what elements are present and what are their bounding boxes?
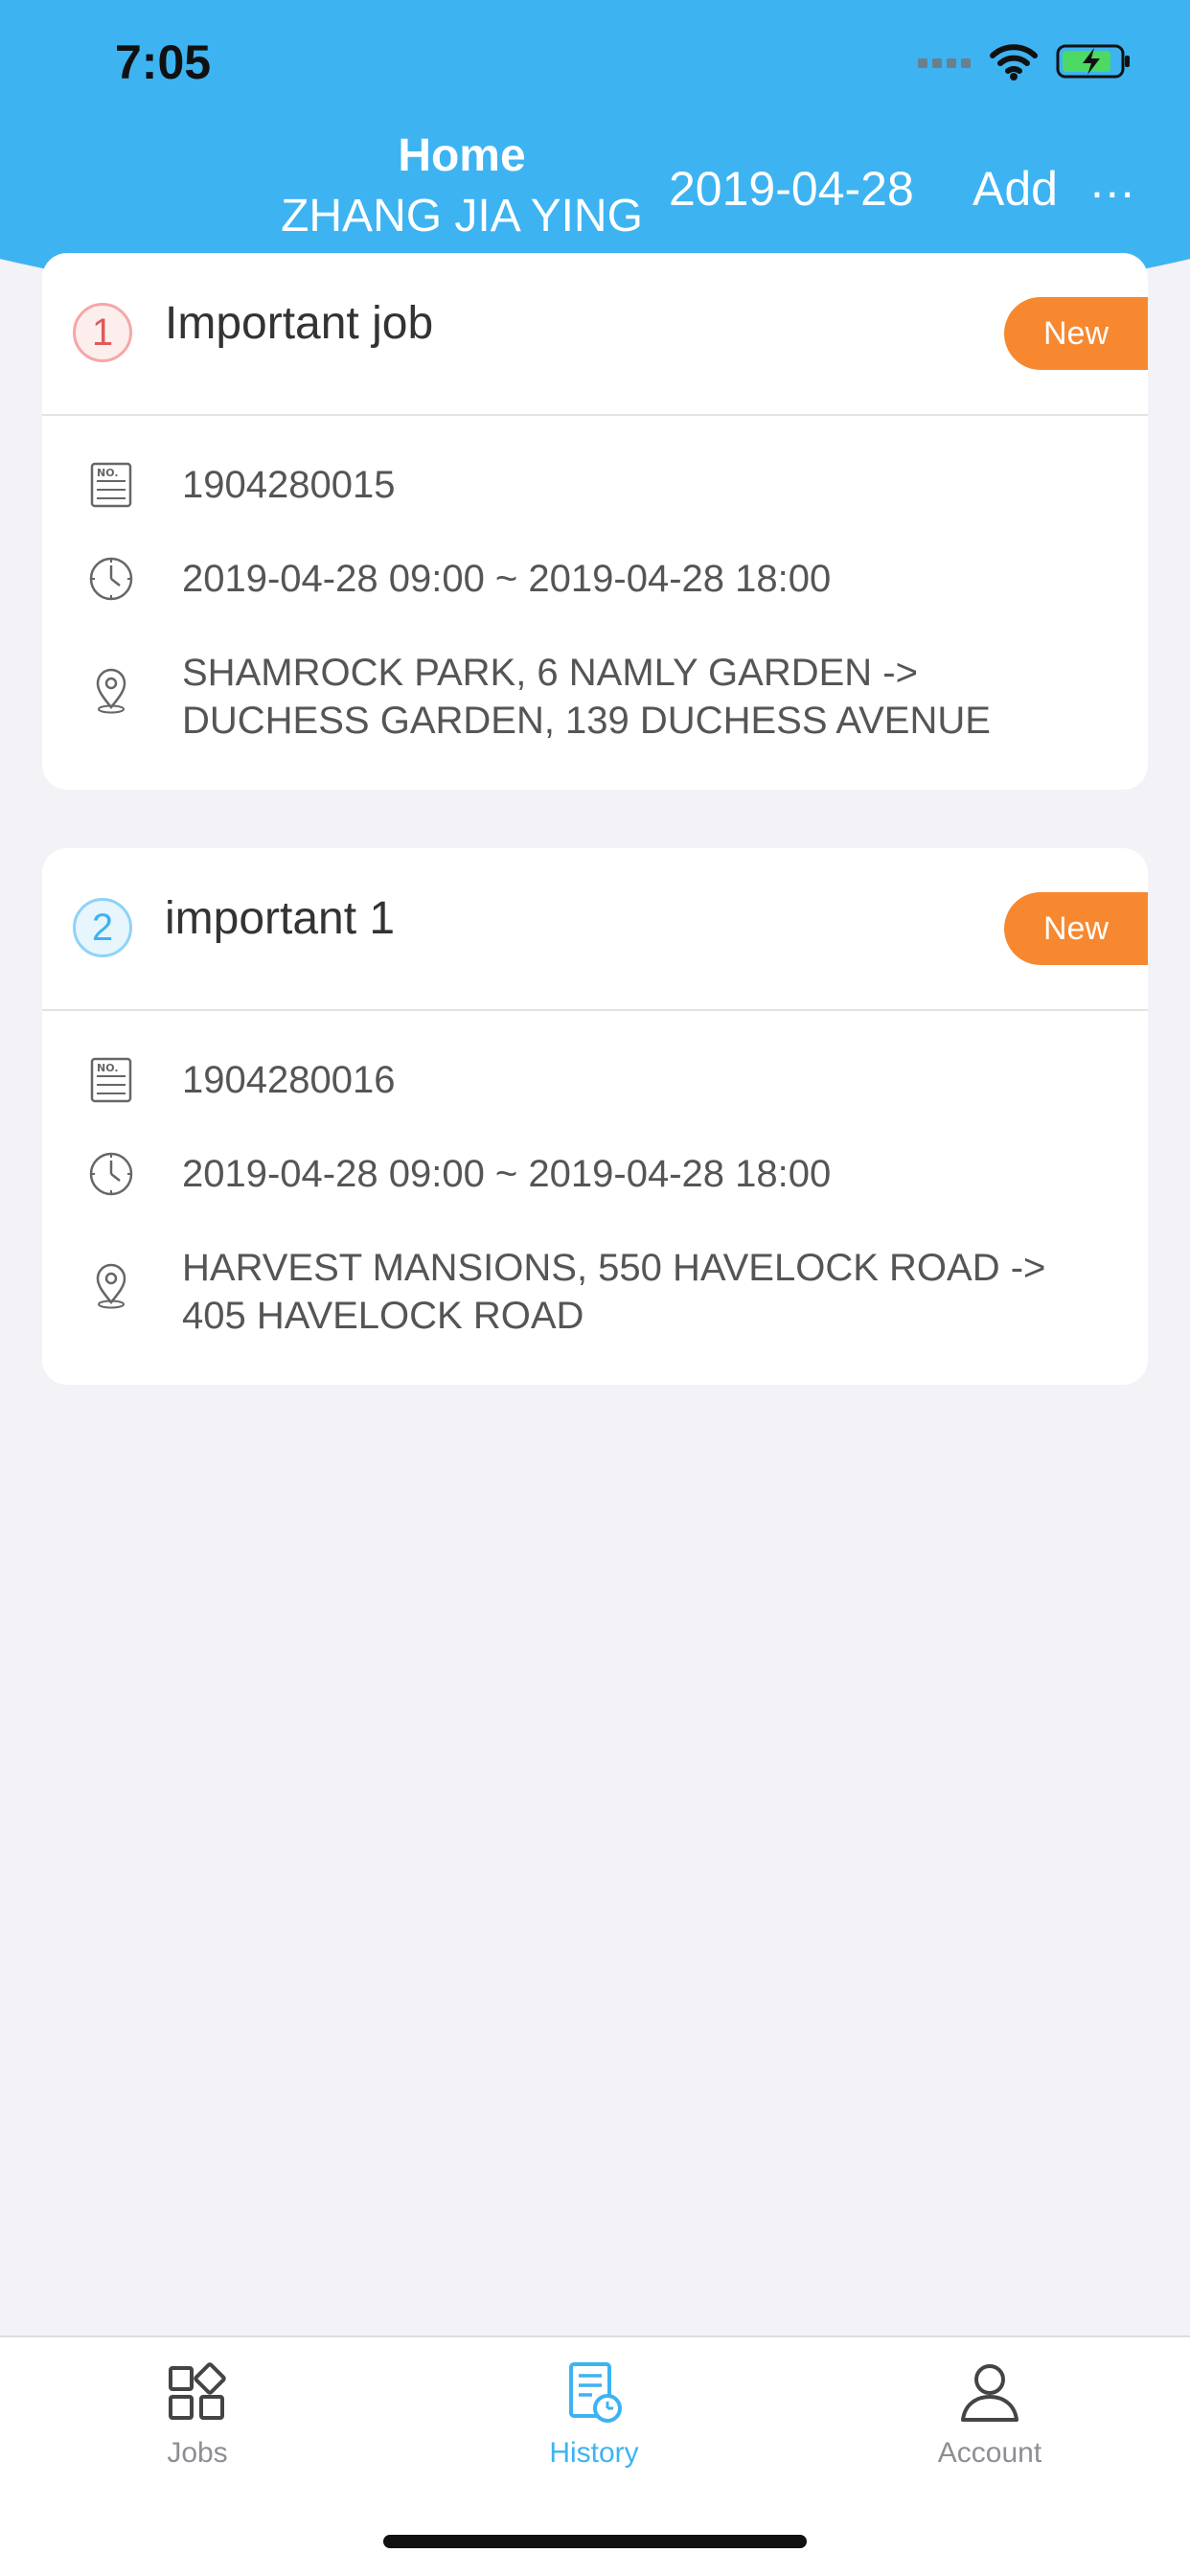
job-address-line-1: SHAMROCK PARK, 6 NAMLY GARDEN -> [182,652,918,694]
status-bar: 7:05 [0,0,1190,129]
add-button[interactable]: Add [973,161,1058,217]
home-indicator [383,2535,807,2548]
job-card[interactable]: 2 important 1 New NO. 1904280016 2019-04… [42,848,1148,1385]
tab-jobs[interactable]: Jobs [73,2358,322,2470]
job-address-line-2: 405 HAVELOCK ROAD [182,1295,584,1337]
job-card-header: 1 Important job New [42,253,1148,416]
job-address-line-1: HARVEST MANSIONS, 550 HAVELOCK ROAD -> [182,1247,1046,1289]
status-badge: New [1004,892,1148,965]
date-selector[interactable]: 2019-04-28 [669,161,914,217]
job-number: 1904280016 [182,1059,396,1101]
location-pin-icon [96,668,126,714]
job-card[interactable]: 1 Important job New NO. 1904280015 2019-… [42,253,1148,790]
status-badge: New [1004,297,1148,370]
more-button[interactable]: ... [1090,153,1136,209]
svg-text:NO.: NO. [97,1062,119,1074]
job-title: Important job [165,298,434,349]
tab-history-label: History [549,2437,639,2469]
job-time-range: 2019-04-28 09:00 ~ 2019-04-28 18:00 [182,1153,832,1195]
job-index-badge: 2 [73,898,132,957]
cellular-signal-icon [918,58,971,68]
location-pin-icon [96,1263,126,1309]
battery-charging-icon [1056,44,1130,79]
status-icons [918,42,1133,80]
job-address-line-2: DUCHESS GARDEN, 139 DUCHESS AVENUE [182,700,991,742]
job-number: 1904280015 [182,464,396,506]
wifi-icon [990,44,1038,80]
job-title: important 1 [165,893,396,944]
tab-account[interactable]: Account [865,2358,1114,2470]
job-time-range: 2019-04-28 09:00 ~ 2019-04-28 18:00 [182,558,832,600]
document-number-icon: NO. [90,1057,132,1103]
tab-jobs-label: Jobs [167,2437,228,2469]
tab-account-label: Account [937,2437,1042,2469]
history-document-icon [569,2362,622,2423]
clock-icon [89,1152,133,1196]
clock-icon [89,557,133,601]
svg-text:NO.: NO. [97,467,119,479]
tab-history[interactable]: History [469,2358,719,2470]
user-name: ZHANG JIA YING [281,191,643,242]
navigation-bar: Home ZHANG JIA YING 2019-04-28 Add ... [0,125,1190,249]
page-title: Home [398,130,526,181]
grid-icon [169,2362,226,2420]
status-time: 7:05 [115,35,212,89]
person-icon [961,2364,1018,2422]
job-card-header: 2 important 1 New [42,848,1148,1011]
document-number-icon: NO. [90,462,132,508]
job-index-badge: 1 [73,303,132,362]
